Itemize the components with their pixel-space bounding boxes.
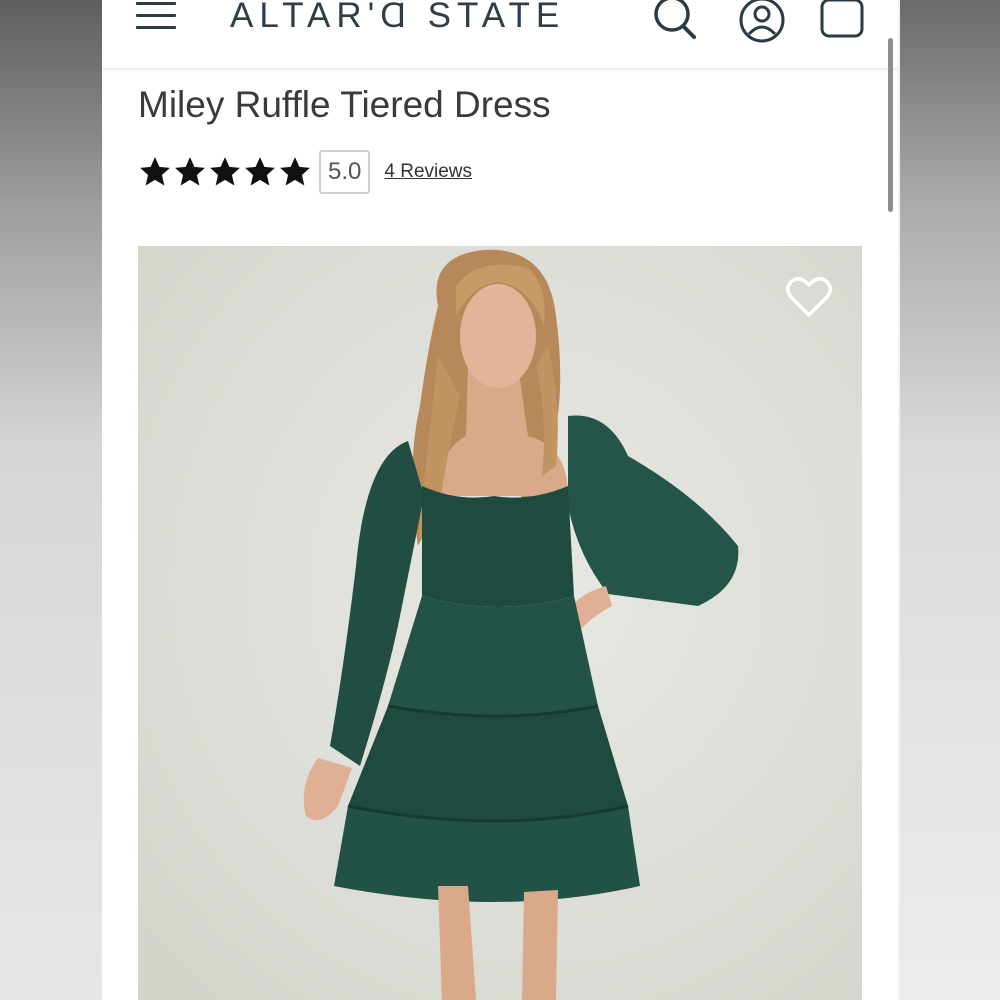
- reviews-link[interactable]: 4 Reviews: [384, 161, 472, 183]
- background-right: [900, 0, 1000, 1000]
- shopping-bag-icon[interactable]: [818, 0, 868, 49]
- star-icon: [245, 157, 275, 186]
- star-icon: [140, 157, 170, 186]
- rating-row: 5.0 4 Reviews: [138, 150, 472, 194]
- heart-outline-icon[interactable]: [786, 276, 832, 323]
- star-rating: [138, 155, 313, 189]
- rating-score: 5.0: [319, 150, 371, 194]
- scrollbar[interactable]: [888, 38, 893, 212]
- site-header: ALTAR'Ɑ STATE: [102, 0, 898, 69]
- star-icon: [280, 157, 310, 186]
- brand-logo[interactable]: ALTAR'Ɑ STATE: [230, 0, 565, 36]
- search-icon[interactable]: [650, 0, 700, 49]
- account-icon[interactable]: [736, 0, 788, 51]
- product-image[interactable]: [138, 246, 862, 1000]
- background-left: [0, 0, 102, 1000]
- star-icon: [175, 157, 205, 186]
- model-photo: [303, 249, 739, 1000]
- star-icon: [210, 157, 240, 186]
- product-title: Miley Ruffle Tiered Dress: [138, 84, 551, 125]
- hamburger-menu-icon[interactable]: [136, 2, 176, 32]
- mobile-screen: ALTAR'Ɑ STATE Miley Ruffle Tiered Dress: [102, 0, 898, 1000]
